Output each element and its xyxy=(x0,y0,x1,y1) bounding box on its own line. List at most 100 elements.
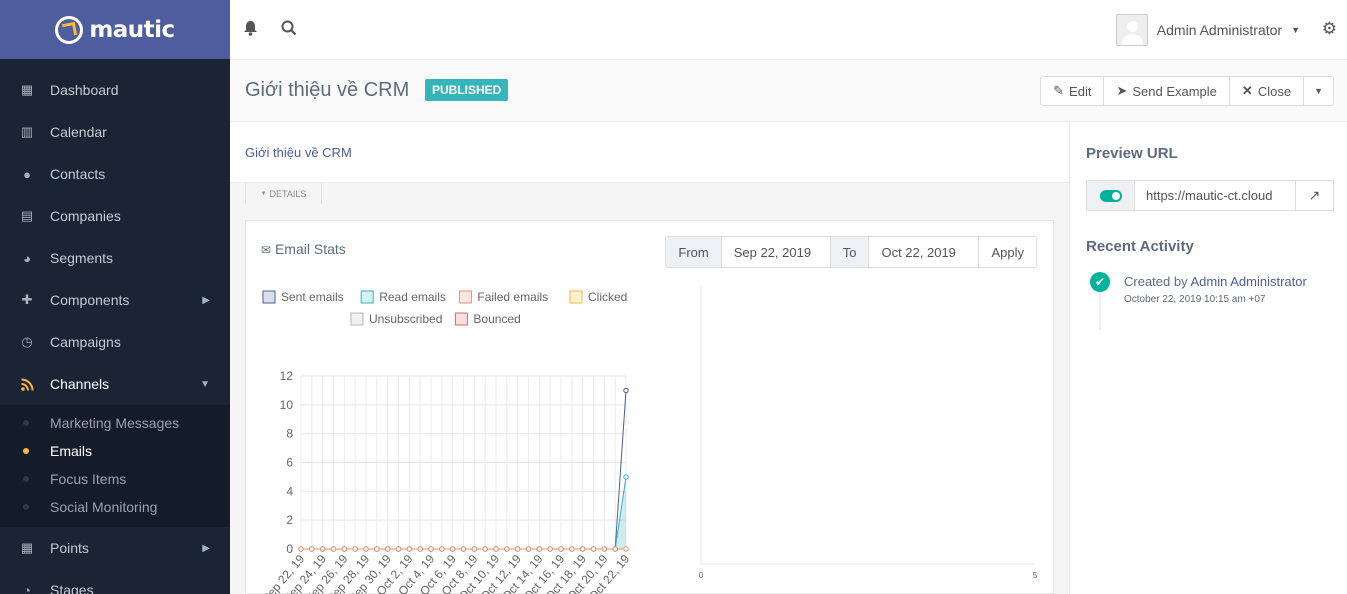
brand-logo[interactable]: mautic xyxy=(0,0,230,59)
data-point xyxy=(482,546,488,552)
activity-user-link[interactable]: Admin Administrator xyxy=(1191,274,1307,289)
data-point xyxy=(623,474,629,480)
toggle-on-icon xyxy=(1099,189,1122,202)
bullet-icon xyxy=(23,476,29,482)
gear-icon[interactable]: ⚙ xyxy=(1322,19,1337,39)
sidebar-item-companies[interactable]: ▤ Companies xyxy=(0,195,230,237)
email-stats-bar-chart: 05 xyxy=(699,286,1038,580)
apply-button[interactable]: Apply xyxy=(979,237,1036,267)
sidebar-item-stages[interactable]: ◔ Stages xyxy=(0,569,230,594)
puzzle-icon: ✚ xyxy=(21,292,33,307)
y-tick-label: 0 xyxy=(286,542,293,556)
data-point xyxy=(374,546,380,552)
close-button[interactable]: ✕ Close xyxy=(1230,77,1305,105)
paper-plane-icon: ➤ xyxy=(1116,83,1128,98)
external-link-icon[interactable]: ↗ xyxy=(1295,181,1333,210)
legend-swatch xyxy=(262,290,276,304)
more-actions-button[interactable]: ▼ xyxy=(1304,77,1333,105)
data-point xyxy=(319,546,326,552)
legend-label: Sent emails xyxy=(281,290,344,304)
data-point xyxy=(536,546,543,552)
email-description: Giới thiệu về CRM xyxy=(245,145,352,160)
preview-toggle[interactable] xyxy=(1087,181,1135,210)
user-name: Admin Administrator xyxy=(1156,22,1283,38)
preview-url-input[interactable]: https://mautic-ct.cloud xyxy=(1135,181,1295,210)
y-tick-label: 6 xyxy=(286,456,293,470)
bell-icon[interactable] xyxy=(243,20,258,41)
close-button-label: Close xyxy=(1257,83,1292,99)
sidebar-item-label: Points xyxy=(50,540,89,556)
data-point xyxy=(330,546,337,552)
y-tick-label: 8 xyxy=(286,427,293,441)
sidebar-item-channels[interactable]: Channels ▼ xyxy=(0,363,230,405)
sidebar-item-campaigns[interactable]: ◷ Campaigns xyxy=(0,321,230,363)
data-point xyxy=(363,546,369,552)
details-toggle[interactable]: ▼ DETAILS xyxy=(245,183,322,205)
sidebar-item-points[interactable]: ▦ Points ▶ xyxy=(0,527,230,569)
email-stats-title-text: Email Stats xyxy=(274,241,346,257)
edit-icon: ✎ xyxy=(1053,83,1065,98)
data-point xyxy=(547,546,553,552)
sidebar-item-label: Channels xyxy=(50,376,110,392)
mautic-logo-icon xyxy=(55,15,84,44)
action-buttons: ✎ Edit ➤ Send Example ✕ Close ▼ xyxy=(1040,76,1334,106)
caret-down-icon: ▼ xyxy=(260,190,267,197)
close-icon: ✕ xyxy=(1241,83,1253,98)
data-point xyxy=(514,546,521,552)
preview-url-title: Preview URL xyxy=(1086,145,1178,162)
y-tick-label: 12 xyxy=(280,369,294,383)
y-tick-label: 10 xyxy=(280,398,294,412)
rss-icon xyxy=(20,377,34,391)
data-point xyxy=(493,546,499,552)
legend-swatch xyxy=(350,312,364,326)
calendar-icon: ▥ xyxy=(20,124,34,139)
bullet-icon xyxy=(23,448,29,454)
search-icon[interactable] xyxy=(281,20,297,41)
sidebar-item-dashboard[interactable]: ▦ Dashboard xyxy=(0,69,230,111)
data-point xyxy=(352,546,358,552)
data-point xyxy=(569,546,575,552)
data-point xyxy=(395,546,402,552)
page-header: Giới thiệu về CRM PUBLISHED ✎ Edit ➤ Sen… xyxy=(230,61,1347,122)
sidebar-item-contacts[interactable]: ● Contacts xyxy=(0,153,230,195)
data-point xyxy=(558,546,564,552)
to-date-input[interactable]: Oct 22, 2019 xyxy=(869,237,980,267)
sidebar-subitem-focus-items[interactable]: Focus Items xyxy=(0,465,230,493)
sidebar-item-segments[interactable]: ◕ Segments xyxy=(0,237,230,279)
data-point xyxy=(471,546,478,552)
data-point xyxy=(309,546,315,552)
data-point xyxy=(449,546,456,552)
from-date-input[interactable]: Sep 22, 2019 xyxy=(722,237,831,267)
main-nav: ▦ Dashboard ▥ Calendar ● Contacts ▤ Comp… xyxy=(0,59,230,594)
edit-button[interactable]: ✎ Edit xyxy=(1041,77,1105,105)
data-point xyxy=(504,546,510,552)
legend-label: Clicked xyxy=(588,290,627,304)
sidebar-item-calendar[interactable]: ▥ Calendar xyxy=(0,111,230,153)
clock-icon: ◷ xyxy=(21,334,33,349)
details-bar: ▼ DETAILS xyxy=(230,182,1069,205)
send-example-button[interactable]: ➤ Send Example xyxy=(1104,77,1230,105)
user-menu[interactable]: Admin Administrator ▼ xyxy=(1115,14,1300,46)
sidebar-item-label: Campaigns xyxy=(50,334,121,350)
sidebar-subitem-social-monitoring[interactable]: Social Monitoring xyxy=(0,493,230,521)
data-point xyxy=(590,546,597,552)
legend-label: Unsubscribed xyxy=(369,312,442,326)
sidebar: mautic ▦ Dashboard ▥ Calendar ● Contacts… xyxy=(0,0,230,594)
data-point xyxy=(341,546,348,552)
legend-swatch xyxy=(454,312,468,326)
sidebar-subitem-emails[interactable]: Emails xyxy=(0,437,230,465)
legend-label: Bounced xyxy=(473,312,520,326)
page-title: Giới thiệu về CRM xyxy=(245,79,410,101)
check-icon: ✔ xyxy=(1090,272,1110,292)
sidebar-item-label: Emails xyxy=(50,443,93,459)
sidebar-item-label: Marketing Messages xyxy=(50,415,180,431)
sidebar-subitem-marketing-messages[interactable]: Marketing Messages xyxy=(0,409,230,437)
x-tick-label: 0 xyxy=(699,571,704,580)
data-point xyxy=(460,546,467,552)
sidebar-item-components[interactable]: ✚ Components ▶ xyxy=(0,279,230,321)
dashboard-icon: ▦ xyxy=(20,82,34,97)
legend-label: Read emails xyxy=(379,290,446,304)
sidebar-item-label: Dashboard xyxy=(50,82,119,98)
bullet-icon xyxy=(23,420,29,426)
sidebar-item-label: Components xyxy=(50,292,130,308)
